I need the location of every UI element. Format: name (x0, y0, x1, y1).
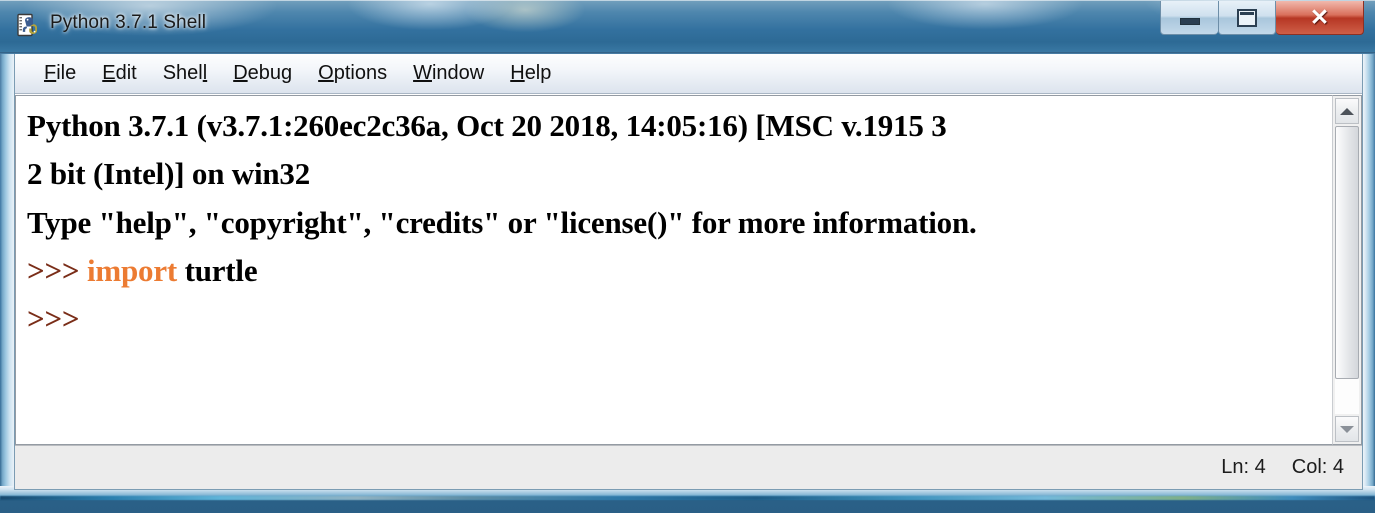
title-bar[interactable]: Python 3.7.1 Shell ✕ (0, 0, 1375, 54)
menu-accelerator-char: D (233, 62, 248, 84)
shell-text-prompt: >>> (27, 253, 87, 289)
shell-text-output: 2 bit (Intel)] on win32 (27, 156, 311, 192)
vertical-scrollbar[interactable] (1332, 95, 1362, 445)
status-column-indicator: Col: 4 (1291, 456, 1344, 478)
scrollbar-track[interactable] (1335, 126, 1359, 414)
shell-text-area-wrapper: Python 3.7.1 (v3.7.1:260ec2c36a, Oct 20 … (15, 94, 1362, 445)
shell-text-output: Type "help", "copyright", "credits" or "… (27, 204, 977, 240)
maximize-icon (1237, 8, 1257, 27)
menu-item-window[interactable]: Window (400, 60, 497, 87)
maximize-button[interactable] (1218, 1, 1276, 35)
menu-accelerator-char: O (318, 62, 334, 84)
menu-bar: File Edit Shell Debug Options Window Help (15, 54, 1362, 94)
python-idle-icon (17, 13, 37, 37)
status-bar: Ln: 4 Col: 4 (15, 445, 1362, 489)
shell-text-output: Python 3.7.1 (v3.7.1:260ec2c36a, Oct 20 … (27, 108, 947, 143)
python-shell-window: Python 3.7.1 Shell ✕ File Edit Shell Debug O… (0, 0, 1375, 500)
menu-item-help[interactable]: Help (497, 60, 564, 87)
close-button[interactable]: ✕ (1276, 1, 1364, 35)
shell-line: 2 bit (Intel)] on win32 (27, 150, 1330, 198)
status-line-indicator: Ln: 4 (1221, 456, 1266, 478)
shell-line: >>> (27, 295, 1330, 343)
shell-line: >>> import turtle (27, 247, 1330, 295)
scrollbar-thumb[interactable] (1335, 126, 1359, 380)
scroll-down-arrow[interactable] (1335, 416, 1359, 442)
shell-line: Python 3.7.1 (v3.7.1:260ec2c36a, Oct 20 … (27, 102, 1330, 150)
shell-text-output: turtle (177, 253, 258, 289)
scroll-up-arrow[interactable] (1335, 98, 1359, 124)
window-frame-right (1363, 0, 1375, 490)
caption-buttons: ✕ (1160, 1, 1364, 35)
menu-item-file[interactable]: File (31, 60, 89, 87)
window-title: Python 3.7.1 Shell (50, 12, 207, 33)
window-client-area: File Edit Shell Debug Options Window Help Pyth… (14, 54, 1363, 490)
shell-line: Type "help", "copyright", "credits" or "… (27, 199, 1330, 247)
menu-item-options[interactable]: Options (305, 60, 400, 87)
menu-item-edit[interactable]: Edit (89, 60, 149, 87)
shell-output-text[interactable]: Python 3.7.1 (v3.7.1:260ec2c36a, Oct 20 … (15, 95, 1332, 445)
menu-accelerator-char: l (202, 62, 208, 84)
minimize-button[interactable] (1160, 1, 1218, 35)
menu-accelerator-char: E (102, 62, 116, 84)
menu-accelerator-char: H (510, 62, 525, 84)
close-icon: ✕ (1309, 4, 1330, 30)
minimize-icon (1179, 17, 1200, 25)
chevron-up-icon (1340, 107, 1354, 115)
shell-text-keyword: import (86, 253, 178, 289)
shell-text-prompt: >>> (27, 301, 87, 337)
chevron-down-icon (1340, 425, 1354, 433)
menu-item-debug[interactable]: Debug (220, 60, 305, 87)
menu-accelerator-char: F (44, 62, 57, 84)
window-frame-left (0, 0, 14, 490)
menu-accelerator-char: W (413, 62, 432, 84)
menu-item-shell[interactable]: Shell (150, 60, 220, 87)
